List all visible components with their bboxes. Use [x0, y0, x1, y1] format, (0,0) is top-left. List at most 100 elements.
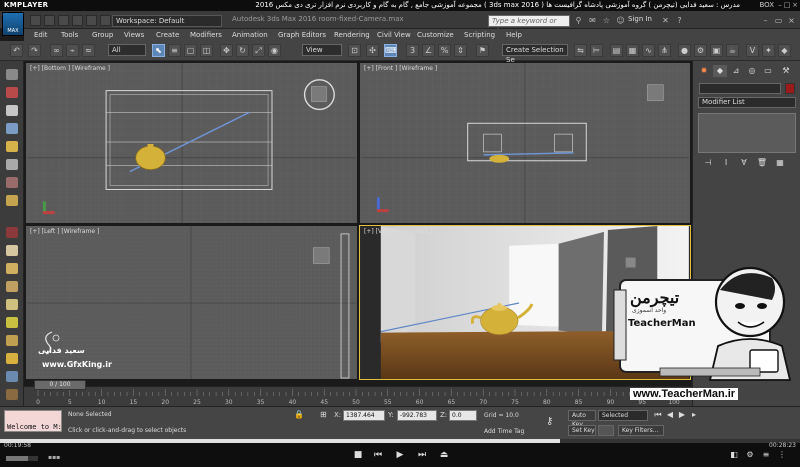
x-coordinate-field[interactable]: 1387.464 — [343, 410, 385, 421]
render-production-icon[interactable]: ☕ — [726, 44, 739, 57]
close-icon[interactable]: × — [791, 1, 799, 9]
place-icon[interactable]: ◉ — [268, 44, 281, 57]
menu-modifiers[interactable]: Modifiers — [190, 29, 222, 41]
tube-icon[interactable] — [6, 371, 18, 382]
time-slider[interactable]: 0 / 100 — [34, 380, 86, 390]
redo-quick-icon[interactable] — [86, 15, 97, 26]
remove-modifier-icon[interactable]: 🗑 — [755, 157, 769, 169]
link-icon[interactable]: ∞ — [50, 44, 63, 57]
selection-filter-dropdown[interactable]: All — [108, 44, 146, 56]
scale-icon[interactable]: ⤢ — [252, 44, 265, 57]
y-coordinate-field[interactable]: -992.783 — [397, 410, 437, 421]
make-unique-icon[interactable]: ∀ — [737, 157, 751, 169]
save-file-icon[interactable] — [58, 15, 69, 26]
modify-tab-icon[interactable]: ◆ — [713, 65, 727, 77]
layers-icon[interactable] — [6, 123, 18, 134]
player-3d-icon[interactable]: ◧ — [728, 449, 740, 461]
player-menu-icon[interactable]: ⋮ — [776, 449, 788, 461]
vray-lights-icon[interactable]: ✦ — [762, 44, 775, 57]
project-folder-icon[interactable] — [100, 15, 111, 26]
percent-snap-icon[interactable]: % — [438, 44, 451, 57]
reference-coordinate-dropdown[interactable]: View — [302, 44, 342, 56]
player-playlist-icon[interactable]: ≡ — [760, 449, 772, 461]
menu-help[interactable]: Help — [506, 29, 522, 41]
menu-scripting[interactable]: Scripting — [464, 29, 495, 41]
cone-icon[interactable] — [6, 299, 18, 310]
sign-in-button[interactable]: Sign In — [628, 15, 652, 23]
align-icon[interactable]: ⊨ — [590, 44, 603, 57]
player-eject-icon[interactable]: ⏏ — [438, 449, 450, 461]
sphere-icon[interactable] — [6, 245, 18, 256]
menu-graph-editors[interactable]: Graph Editors — [278, 29, 326, 41]
torus-icon[interactable] — [6, 281, 18, 292]
pyramid-icon[interactable] — [6, 353, 18, 364]
named-selection-dropdown[interactable]: Create Selection Se — [502, 44, 568, 64]
bind-space-warp-icon[interactable]: ≈ — [82, 44, 95, 57]
menu-create[interactable]: Create — [156, 29, 179, 41]
z-coordinate-field[interactable]: 0.0 — [449, 410, 477, 421]
camera-icon[interactable] — [6, 159, 18, 170]
cylinder-icon[interactable] — [6, 263, 18, 274]
workspace-dropdown[interactable]: Workspace: Default — [112, 15, 222, 27]
seek-bar[interactable] — [0, 439, 800, 443]
key-filters-button[interactable]: Key Filters... — [618, 425, 664, 436]
window-crossing-icon[interactable]: ◫ — [200, 44, 213, 57]
curve-editor-icon[interactable]: ∿ — [642, 44, 655, 57]
new-file-icon[interactable] — [30, 15, 41, 26]
player-mode-button[interactable]: ▪▪▪ — [48, 452, 60, 464]
maxscript-listener[interactable]: Welcome to M: — [4, 410, 62, 432]
menu-group[interactable]: Group — [92, 29, 113, 41]
open-file-icon[interactable] — [44, 15, 55, 26]
undo-icon[interactable]: ↶ — [10, 44, 23, 57]
set-key-icon[interactable]: ⚷ — [546, 416, 553, 427]
menu-views[interactable]: Views — [124, 29, 144, 41]
window-close-icon[interactable]: × — [786, 15, 797, 26]
previous-frame-icon[interactable]: ◀ — [664, 409, 676, 421]
plane-primitive-icon[interactable] — [6, 389, 18, 400]
snaps-toggle-icon[interactable]: 3 — [406, 44, 419, 57]
select-manipulate-icon[interactable]: ✣ — [366, 44, 379, 57]
search-input[interactable]: Type a keyword or phrase — [488, 15, 570, 35]
menu-customize[interactable]: Customize — [417, 29, 454, 41]
display-tab-icon[interactable]: ▭ — [761, 65, 775, 77]
menu-edit[interactable]: Edit — [34, 29, 48, 41]
modifier-list-dropdown[interactable]: Modifier List — [698, 97, 796, 108]
pivot-center-icon[interactable]: ⊡ — [348, 44, 361, 57]
move-icon[interactable]: ✥ — [220, 44, 233, 57]
spinner-snap-icon[interactable]: ⇕ — [454, 44, 467, 57]
player-next-icon[interactable]: ⏭ — [416, 449, 428, 461]
vray-toolbar-icon[interactable]: ◆ — [778, 44, 791, 57]
goto-start-icon[interactable]: ⏮ — [652, 409, 664, 421]
menu-rendering[interactable]: Rendering — [334, 29, 370, 41]
layer-manager-icon[interactable]: ▤ — [610, 44, 623, 57]
redo-icon[interactable]: ↷ — [28, 44, 41, 57]
player-play-icon[interactable]: ▶ — [394, 449, 406, 461]
menu-civil-view[interactable]: Civil View — [377, 29, 411, 41]
undo-quick-icon[interactable] — [72, 15, 83, 26]
mirror-icon[interactable]: ⇋ — [574, 44, 587, 57]
rotate-icon[interactable]: ↻ — [236, 44, 249, 57]
object-color-swatch[interactable] — [785, 83, 795, 94]
select-object-icon[interactable]: ⬉ — [152, 44, 165, 57]
create-box-icon[interactable] — [6, 87, 18, 98]
max-app-button[interactable]: MAX — [2, 12, 24, 36]
volume-slider[interactable] — [6, 456, 38, 461]
window-restore-icon[interactable]: ▭ — [773, 15, 784, 26]
lock-selection-icon[interactable]: 🔒 — [294, 410, 304, 419]
geosphere-icon[interactable] — [6, 317, 18, 328]
absolute-mode-icon[interactable]: ⊞ — [320, 410, 327, 419]
unlink-icon[interactable]: ⌁ — [66, 44, 79, 57]
add-time-tag-button[interactable]: Add Time Tag — [484, 428, 524, 435]
star-icon[interactable]: ☆ — [601, 15, 612, 26]
explorer-icon[interactable] — [6, 69, 18, 80]
spacewarp-icon[interactable] — [6, 195, 18, 206]
user-icon[interactable]: ☺ — [615, 15, 626, 26]
player-prev-icon[interactable]: ⏮ — [372, 449, 384, 461]
menu-tools[interactable]: Tools — [61, 29, 78, 41]
search-icon[interactable]: ⚲ — [573, 15, 584, 26]
timeline[interactable]: 0 5 10 15 20 25 30 35 40 45 50 55 60 65 70 75 80 85 90 95 10… — [24, 386, 692, 406]
select-by-name-icon[interactable]: ≡ — [168, 44, 181, 57]
edit-named-selection-icon[interactable]: ⚑ — [476, 44, 489, 57]
object-name-field[interactable] — [699, 83, 781, 94]
player-settings-icon[interactable]: ⚙ — [744, 449, 756, 461]
